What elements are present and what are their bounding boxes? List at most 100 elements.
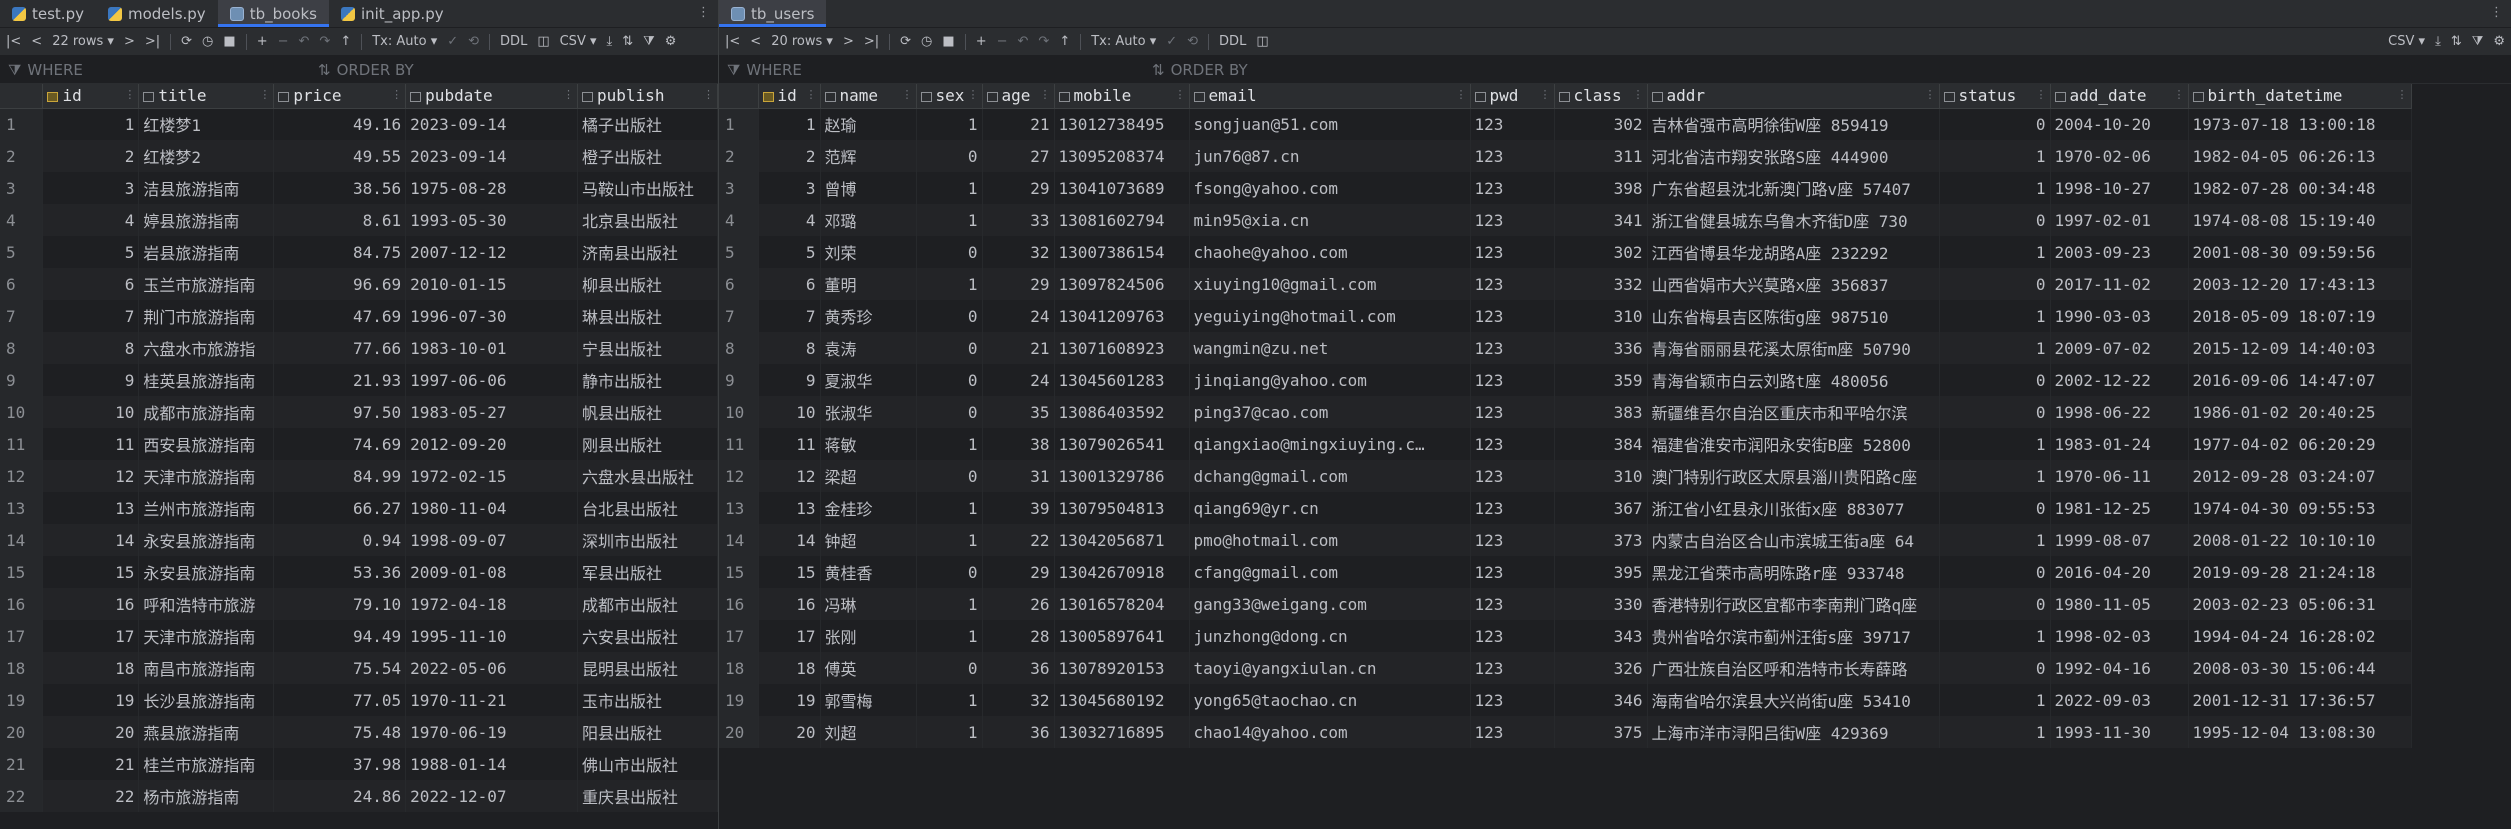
cell-pwd[interactable]: 123 xyxy=(1470,108,1555,140)
cell-id[interactable]: 9 xyxy=(758,364,821,396)
row-number[interactable]: 18 xyxy=(719,652,759,684)
cell-title[interactable]: 岩县旅游指南 xyxy=(138,236,275,268)
cell-pubdate[interactable]: 1975-08-28 xyxy=(405,172,579,204)
cell-title[interactable]: 玉兰市旅游指南 xyxy=(138,268,275,300)
cell-pubdate[interactable]: 2022-12-07 xyxy=(405,780,579,812)
cell-title[interactable]: 长沙县旅游指南 xyxy=(138,684,275,716)
cell-pubdate[interactable]: 2009-01-08 xyxy=(405,556,579,588)
cell-email[interactable]: fsong@yahoo.com xyxy=(1189,172,1471,204)
cell-mobile[interactable]: 13041209763 xyxy=(1054,300,1190,332)
table-row[interactable]: 13 13 金桂珍 1 39 13079504813 qiang69@yr.cn 123 367… xyxy=(719,492,2412,524)
cell-price[interactable]: 84.99 xyxy=(273,460,407,492)
row-number[interactable]: 7 xyxy=(0,300,44,332)
cell-publish[interactable]: 帆县出版社 xyxy=(577,396,718,428)
cell-pwd[interactable]: 123 xyxy=(1470,172,1555,204)
cell-add_date[interactable]: 1998-10-27 xyxy=(2050,172,2189,204)
cell-class[interactable]: 367 xyxy=(1554,492,1648,524)
tab-more-icon[interactable]: ⋮ xyxy=(697,5,710,20)
cell-name[interactable]: 梁超 xyxy=(820,460,917,492)
cell-birth_datetime[interactable]: 1994-04-24 16:28:02 xyxy=(2188,620,2412,652)
cell-pwd[interactable]: 123 xyxy=(1470,492,1555,524)
ddl-button[interactable]: DDL xyxy=(1219,34,1246,49)
cell-birth_datetime[interactable]: 2012-09-28 03:24:07 xyxy=(2188,460,2412,492)
cell-publish[interactable]: 台北县出版社 xyxy=(577,492,718,524)
commit-icon[interactable]: ✓ xyxy=(447,34,458,49)
cell-pwd[interactable]: 123 xyxy=(1470,204,1555,236)
cell-add_date[interactable]: 1983-01-24 xyxy=(2050,428,2189,460)
cell-id[interactable]: 18 xyxy=(758,652,821,684)
column-menu-icon[interactable]: ⋮ xyxy=(124,88,135,101)
cell-pubdate[interactable]: 1972-04-18 xyxy=(405,588,579,620)
cell-id[interactable]: 5 xyxy=(42,236,140,268)
cell-sex[interactable]: 1 xyxy=(916,108,983,140)
cell-name[interactable]: 赵瑜 xyxy=(820,108,917,140)
cell-class[interactable]: 302 xyxy=(1554,108,1648,140)
cell-addr[interactable]: 贵州省哈尔滨市蓟州汪街s座 39717 xyxy=(1647,620,1940,652)
row-number[interactable]: 12 xyxy=(719,460,759,492)
row-number[interactable]: 1 xyxy=(719,108,759,140)
cell-birth_datetime[interactable]: 2003-12-20 17:43:13 xyxy=(2188,268,2412,300)
column-header-class[interactable]: class ⋮ xyxy=(1554,84,1648,109)
cell-add_date[interactable]: 1970-06-11 xyxy=(2050,460,2189,492)
cell-age[interactable]: 27 xyxy=(982,140,1055,172)
cell-publish[interactable]: 重庆县出版社 xyxy=(577,780,718,812)
cell-mobile[interactable]: 13016578204 xyxy=(1054,588,1190,620)
row-number[interactable]: 16 xyxy=(0,588,44,620)
row-number[interactable]: 6 xyxy=(0,268,44,300)
cell-price[interactable]: 97.50 xyxy=(273,396,407,428)
table-row[interactable]: 2 2 红楼梦2 49.55 2023-09-14 橙子出版社 xyxy=(0,140,718,172)
row-number[interactable]: 5 xyxy=(719,236,759,268)
cell-title[interactable]: 桂兰市旅游指南 xyxy=(138,748,275,780)
redo-icon[interactable]: ↷ xyxy=(1038,34,1049,49)
cell-mobile[interactable]: 13095208374 xyxy=(1054,140,1190,172)
row-number-header[interactable] xyxy=(719,84,759,109)
cell-price[interactable]: 37.98 xyxy=(273,748,407,780)
table-row[interactable]: 13 13 兰州市旅游指南 66.27 1980-11-04 台北县出版社 xyxy=(0,492,718,524)
row-number[interactable]: 15 xyxy=(0,556,44,588)
cell-birth_datetime[interactable]: 2019-09-28 21:24:18 xyxy=(2188,556,2412,588)
cell-id[interactable]: 2 xyxy=(758,140,821,172)
row-number[interactable]: 16 xyxy=(719,588,759,620)
cell-pubdate[interactable]: 2023-09-14 xyxy=(405,108,579,140)
cell-price[interactable]: 38.56 xyxy=(273,172,407,204)
cell-id[interactable]: 19 xyxy=(42,684,140,716)
table-row[interactable]: 20 20 刘超 1 36 13032716895 chao14@yahoo.com 123 3… xyxy=(719,716,2412,748)
row-number[interactable]: 14 xyxy=(0,524,44,556)
table-row[interactable]: 7 7 荆门市旅游指南 47.69 1996-07-30 琳县出版社 xyxy=(0,300,718,332)
cell-status[interactable]: 1 xyxy=(1939,716,2051,748)
table-row[interactable]: 15 15 永安县旅游指南 53.36 2009-01-08 军县出版社 xyxy=(0,556,718,588)
table-row[interactable]: 20 20 燕县旅游指南 75.48 1970-06-19 阳县出版社 xyxy=(0,716,718,748)
export-format-dropdown[interactable]: CSV ▾ xyxy=(560,34,597,49)
cell-publish[interactable]: 静市出版社 xyxy=(577,364,718,396)
cell-price[interactable]: 49.16 xyxy=(273,108,407,140)
cell-id[interactable]: 12 xyxy=(758,460,821,492)
table-row[interactable]: 21 21 桂兰市旅游指南 37.98 1988-01-14 佛山市出版社 xyxy=(0,748,718,780)
cell-status[interactable]: 1 xyxy=(1939,332,2051,364)
cell-status[interactable]: 0 xyxy=(1939,652,2051,684)
cell-add_date[interactable]: 1992-04-16 xyxy=(2050,652,2189,684)
cell-name[interactable]: 夏淑华 xyxy=(820,364,917,396)
cell-price[interactable]: 8.61 xyxy=(273,204,407,236)
cell-mobile[interactable]: 13042670918 xyxy=(1054,556,1190,588)
cell-sex[interactable]: 1 xyxy=(916,620,983,652)
row-number[interactable]: 15 xyxy=(719,556,759,588)
cell-age[interactable]: 29 xyxy=(982,556,1055,588)
column-header-id[interactable]: id ⋮ xyxy=(758,84,821,109)
cell-pubdate[interactable]: 1996-07-30 xyxy=(405,300,579,332)
cell-add_date[interactable]: 1998-06-22 xyxy=(2050,396,2189,428)
editor-tab[interactable]: test.py xyxy=(0,0,96,27)
tx-mode-dropdown[interactable]: Tx: Auto ▾ xyxy=(1091,34,1156,49)
cell-mobile[interactable]: 13012738495 xyxy=(1054,108,1190,140)
row-number[interactable]: 5 xyxy=(0,236,44,268)
cell-id[interactable]: 14 xyxy=(758,524,821,556)
cell-name[interactable]: 钟超 xyxy=(820,524,917,556)
cell-id[interactable]: 3 xyxy=(758,172,821,204)
cell-class[interactable]: 310 xyxy=(1554,460,1648,492)
table-row[interactable]: 17 17 张刚 1 28 13005897641 junzhong@dong.cn 123 3… xyxy=(719,620,2412,652)
cell-pubdate[interactable]: 1970-11-21 xyxy=(405,684,579,716)
cell-email[interactable]: chao14@yahoo.com xyxy=(1189,716,1471,748)
cell-add_date[interactable]: 1999-08-07 xyxy=(2050,524,2189,556)
cell-id[interactable]: 16 xyxy=(42,588,140,620)
cell-birth_datetime[interactable]: 1977-04-02 06:20:29 xyxy=(2188,428,2412,460)
cell-add_date[interactable]: 2022-09-03 xyxy=(2050,684,2189,716)
